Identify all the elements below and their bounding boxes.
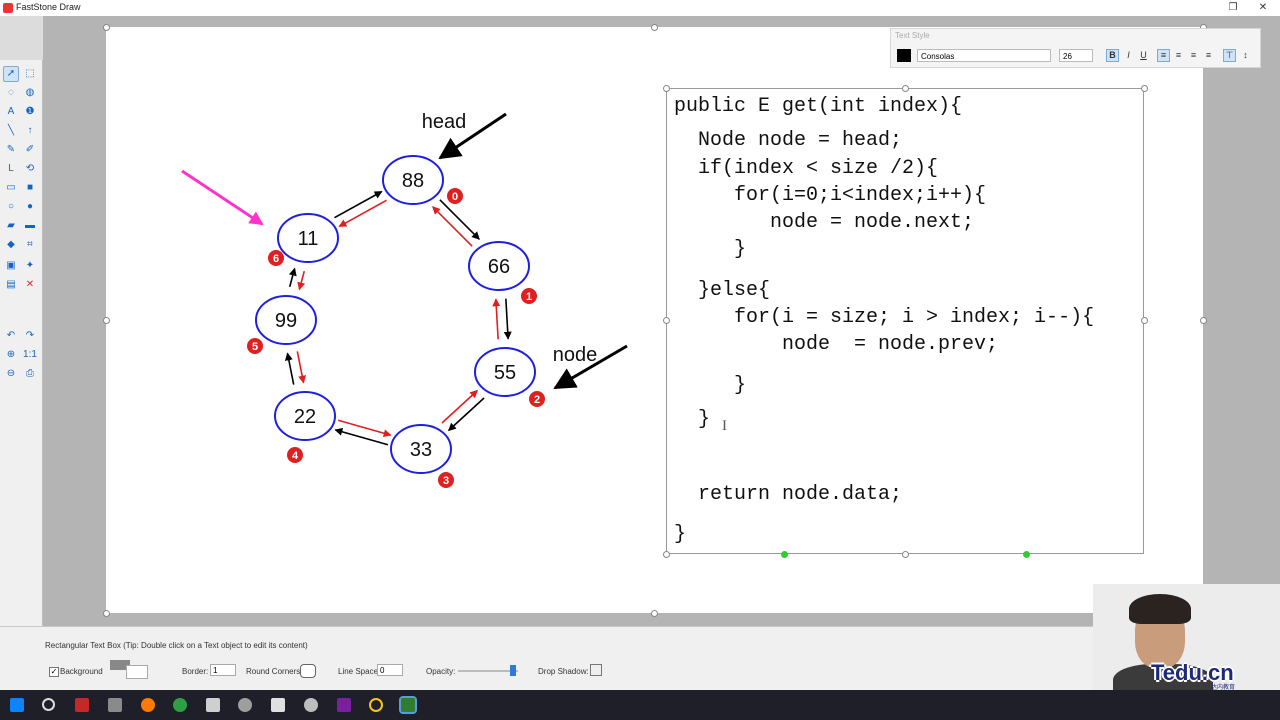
round-corners-toggle[interactable] [300, 664, 316, 678]
code-line: node = node.prev; [674, 333, 999, 356]
valign-middle-icon[interactable]: ↕ [1239, 49, 1252, 62]
align-left-icon[interactable]: ≡ [1157, 49, 1170, 62]
prev-link-arrow[interactable] [441, 389, 479, 424]
head-pointer-label: head [422, 111, 467, 133]
node-value: 66 [488, 256, 510, 278]
node-index-label: 4 [292, 450, 299, 462]
next-link-arrow[interactable] [284, 352, 295, 385]
presenter-hair [1129, 594, 1191, 624]
textbox-handle[interactable] [781, 551, 788, 558]
search-icon[interactable] [42, 698, 55, 711]
opacity-slider-thumb[interactable] [510, 665, 516, 676]
code-line: for(i=0;i<index;i++){ [674, 184, 987, 207]
text-cursor-icon: I [722, 418, 727, 434]
code-line: if(index < size /2){ [674, 157, 939, 180]
node-value: 99 [275, 310, 297, 332]
node-value: 33 [410, 439, 432, 461]
ide-icon[interactable] [337, 698, 351, 712]
app-icon-yellow[interactable] [369, 698, 383, 712]
node-index-label: 2 [534, 394, 540, 406]
status-hint: Rectangular Text Box (Tip: Double click … [45, 641, 308, 650]
prev-link-arrow[interactable] [297, 270, 306, 291]
line-space-label: Line Space: [338, 667, 381, 676]
code-line: Node node = head; [674, 129, 903, 152]
drop-shadow-icon[interactable] [590, 664, 602, 676]
node-index-label: 3 [443, 475, 449, 487]
typora-icon[interactable] [206, 698, 220, 712]
next-link-arrow[interactable] [334, 190, 383, 219]
align-right-icon[interactable]: ≡ [1187, 49, 1200, 62]
background-label: Background [60, 667, 103, 676]
windows-start-icon[interactable] [10, 698, 24, 712]
node-pointer-label: node [553, 344, 598, 366]
round-corners-label: Round Corners: [246, 667, 303, 676]
textbox-handle[interactable] [1141, 317, 1148, 324]
code-line: }else{ [674, 279, 771, 302]
code-line: return node.data; [674, 483, 903, 506]
node-value: 11 [298, 228, 319, 250]
textbox-handle[interactable] [663, 85, 670, 92]
taskbar [0, 690, 1280, 720]
faststone-draw-taskbar-icon[interactable] [399, 696, 417, 714]
opacity-slider-track[interactable] [458, 670, 518, 672]
background-color-picker[interactable] [126, 665, 148, 679]
line-space-input[interactable]: 0 [377, 664, 403, 676]
node-index-label: 6 [273, 253, 279, 265]
filezilla-icon[interactable] [75, 698, 89, 712]
code-line: public E get(int index){ [674, 95, 963, 118]
code-text-box[interactable]: public E get(int index){ Node node = hea… [666, 88, 1144, 554]
textbox-handle[interactable] [663, 317, 670, 324]
next-link-arrow[interactable] [288, 267, 297, 288]
italic-button[interactable]: I [1122, 49, 1135, 62]
font-select[interactable]: Consolas [917, 49, 1051, 62]
next-link-arrow[interactable] [503, 298, 512, 340]
textbox-handle[interactable] [1023, 551, 1030, 558]
webcam-overlay: Tedu.cn 达内教育 [1093, 584, 1280, 690]
app-icon-white[interactable] [271, 698, 285, 712]
background-checkbox[interactable]: ✓ [49, 667, 59, 677]
text-style-toolbar: Text Style Consolas 26 B I U ≡ ≡ ≡ ≡ ⊤ ↕ [890, 28, 1261, 68]
textbox-handle[interactable] [902, 85, 909, 92]
settings-gear-icon[interactable] [304, 698, 318, 712]
firefox-icon[interactable] [141, 698, 155, 712]
textbox-handle[interactable] [1141, 85, 1148, 92]
code-line: for(i = size; i > index; i--){ [674, 306, 1095, 329]
underline-button[interactable]: U [1137, 49, 1150, 62]
drop-shadow-label: Drop Shadow: [538, 667, 589, 676]
valign-top-icon[interactable]: ⊤ [1223, 49, 1236, 62]
node-value: 88 [402, 170, 424, 192]
highlight-arrow[interactable] [181, 169, 264, 226]
bold-button[interactable]: B [1106, 49, 1119, 62]
textbox-handle[interactable] [663, 551, 670, 558]
prev-link-arrow[interactable] [296, 351, 307, 384]
tedu-logo-subtitle: 达内教育 [1211, 685, 1236, 690]
node-index-label: 1 [526, 291, 532, 303]
node-index-label: 5 [252, 341, 258, 353]
align-justify-icon[interactable]: ≡ [1202, 49, 1215, 62]
code-line: } [674, 523, 687, 546]
node-value: 55 [494, 362, 516, 384]
prev-link-arrow[interactable] [338, 199, 387, 228]
properties-bar: Rectangular Text Box (Tip: Double click … [0, 626, 1280, 691]
app-icon-gray[interactable] [238, 698, 252, 712]
font-size-select[interactable]: 26 [1059, 49, 1093, 62]
code-line: } [674, 374, 747, 397]
node-value: 22 [294, 406, 316, 428]
code-line: } [674, 408, 711, 431]
chrome-icon[interactable] [173, 698, 187, 712]
next-link-arrow[interactable] [447, 397, 485, 432]
prev-link-arrow[interactable] [492, 298, 501, 340]
border-label: Border: [182, 667, 209, 676]
border-input[interactable]: 1 [210, 664, 236, 676]
align-center-icon[interactable]: ≡ [1172, 49, 1185, 62]
node-index-label: 0 [452, 191, 458, 203]
task-view-icon[interactable] [108, 698, 122, 712]
text-style-title: Text Style [895, 31, 930, 40]
code-line: node = node.next; [674, 211, 975, 234]
code-line: } [674, 238, 747, 261]
textbox-handle[interactable] [902, 551, 909, 558]
opacity-label: Opacity: [426, 667, 456, 676]
text-color-swatch[interactable] [897, 49, 911, 62]
